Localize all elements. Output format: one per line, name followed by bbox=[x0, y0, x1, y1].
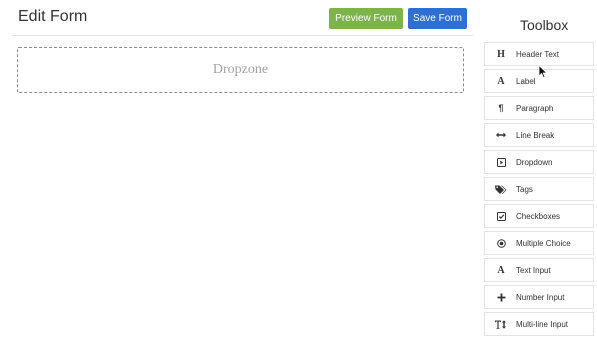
check-square-icon bbox=[495, 210, 507, 222]
tags-icon bbox=[495, 183, 507, 195]
toolbox-item-paragraph[interactable]: ¶ Paragraph bbox=[484, 96, 594, 120]
text-height-icon bbox=[495, 318, 507, 330]
toolbox-item-label: Checkboxes bbox=[516, 211, 561, 221]
heading-icon: H bbox=[497, 48, 505, 60]
toolbox-item-dropdown[interactable]: Dropdown bbox=[484, 150, 594, 174]
toolbox-item-number-input[interactable]: Number Input bbox=[484, 285, 594, 309]
header-divider bbox=[12, 35, 473, 36]
toolbox-title: Toolbox bbox=[520, 17, 569, 33]
toolbox-item-checkboxes[interactable]: Checkboxes bbox=[484, 204, 594, 228]
toolbox-item-label: Label bbox=[516, 76, 536, 86]
toolbox-item-label: Dropdown bbox=[516, 157, 553, 167]
font-icon: A bbox=[497, 264, 505, 276]
toolbox-item-label: Multi-line Input bbox=[516, 319, 569, 329]
dot-circle-icon bbox=[495, 237, 507, 249]
toolbox-item-label: Number Input bbox=[516, 292, 565, 302]
toolbox-item-label: Multiple Choice bbox=[516, 238, 571, 248]
toolbox-item-label: Line Break bbox=[516, 130, 555, 140]
toolbox-item-multiple-choice[interactable]: Multiple Choice bbox=[484, 231, 594, 255]
paragraph-icon: ¶ bbox=[498, 103, 504, 113]
arrows-h-icon bbox=[495, 129, 507, 141]
toolbox-item-label: Paragraph bbox=[516, 103, 554, 113]
toolbox-item-label: Header Text bbox=[516, 49, 559, 59]
page-title: Edit Form bbox=[18, 8, 88, 25]
toolbox-item-header-text[interactable]: H Header Text bbox=[484, 42, 594, 66]
toolbox-item-label: Tags bbox=[516, 184, 533, 194]
caret-square-icon bbox=[495, 156, 507, 168]
toolbox-item-tags[interactable]: Tags bbox=[484, 177, 594, 201]
toolbox-item-label: Text Input bbox=[516, 265, 551, 275]
save-form-button[interactable]: Save Form bbox=[408, 8, 467, 29]
plus-icon bbox=[495, 291, 507, 303]
toolbox-item-line-break[interactable]: Line Break bbox=[484, 123, 594, 147]
toolbox-item-multi-line-input[interactable]: Multi-line Input bbox=[484, 312, 594, 336]
dropzone[interactable]: Dropzone bbox=[17, 47, 464, 93]
preview-form-button[interactable]: Preview Form bbox=[329, 8, 403, 29]
mouse-cursor-icon bbox=[538, 65, 548, 79]
toolbox-item-text-input[interactable]: A Text Input bbox=[484, 258, 594, 282]
font-icon: A bbox=[497, 75, 505, 87]
